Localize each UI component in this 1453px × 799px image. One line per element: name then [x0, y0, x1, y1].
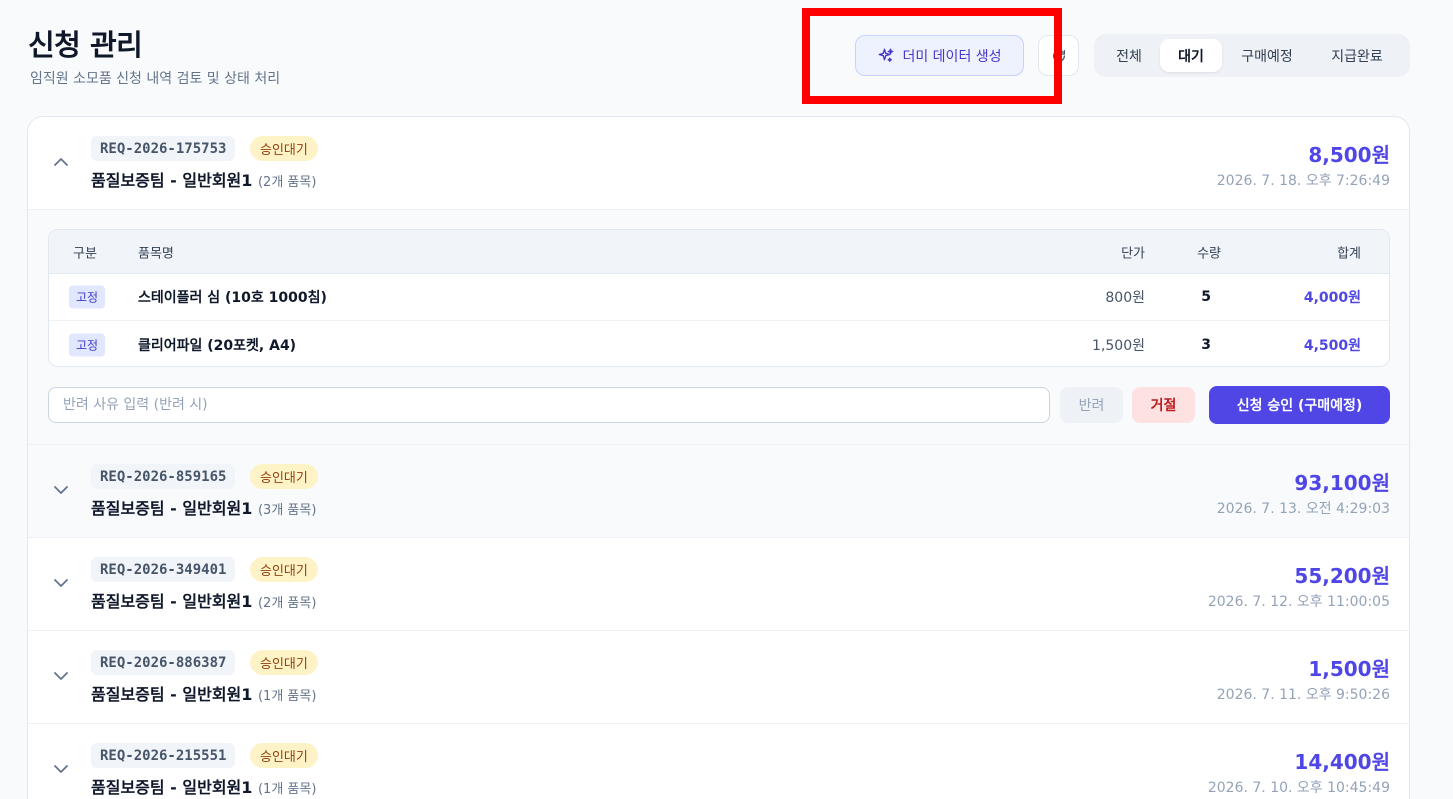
status-badge: 승인대기 — [250, 557, 318, 582]
item-count: (1개 품목) — [257, 689, 317, 704]
request-date: 2026. 7. 12. 오후 11:00:05 — [1207, 594, 1390, 610]
item-total: 4,500원 — [1303, 337, 1361, 354]
refresh-icon — [1052, 49, 1065, 62]
page-subtitle: 임직원 소모품 신청 내역 검토 및 상태 처리 — [30, 71, 281, 87]
status-tabs: 전체 대기 구매예정 지급완료 — [1094, 34, 1410, 77]
requester: 품질보증팀 - 일반회원1 (3개 품목) — [91, 495, 316, 519]
request-detail: 구분 품목명 단가 수량 합계 고정 스테이플러 심 (10호 1000침) 8… — [28, 209, 1409, 444]
request-amount: 8,500원 — [1308, 143, 1390, 167]
request-list: REQ-2026-175753 승인대기 품질보증팀 - 일반회원1 (2개 품… — [27, 116, 1410, 799]
chevron-down-icon[interactable] — [52, 576, 70, 590]
page-header: 신청 관리 임직원 소모품 신청 내역 검토 및 상태 처리 더미 데이터 생성… — [0, 0, 1453, 110]
chevron-down-icon[interactable] — [52, 762, 70, 776]
refresh-button[interactable] — [1038, 35, 1079, 76]
item-name: 클리어파일 (20포켓, A4) — [138, 337, 297, 354]
request-id: REQ-2026-886387 — [91, 650, 236, 675]
sparkles-icon — [879, 48, 894, 62]
table-row: 고정 스테이플러 심 (10호 1000침) 800원 5 4,000원 — [49, 274, 1389, 321]
tab-pending[interactable]: 대기 — [1160, 39, 1222, 72]
col-name: 품목명 — [138, 246, 174, 261]
request-header[interactable]: REQ-2026-175753 승인대기 품질보증팀 - 일반회원1 (2개 품… — [28, 117, 1409, 209]
item-count: (3개 품목) — [257, 503, 317, 518]
request-id: REQ-2026-215551 — [91, 743, 236, 768]
item-count: (2개 품목) — [257, 175, 317, 190]
category-tag: 고정 — [69, 333, 106, 356]
tab-delivered[interactable]: 지급완료 — [1312, 39, 1402, 72]
status-badge: 승인대기 — [250, 464, 318, 489]
items-table-header: 구분 품목명 단가 수량 합계 — [49, 230, 1389, 274]
request-date: 2026. 7. 18. 오후 7:26:49 — [1216, 173, 1390, 189]
request-id: REQ-2026-175753 — [91, 136, 236, 161]
requester: 품질보증팀 - 일반회원1 (2개 품목) — [91, 588, 316, 612]
request-amount: 1,500원 — [1308, 657, 1390, 681]
chevron-up-icon[interactable] — [52, 155, 70, 169]
item-qty: 3 — [1201, 336, 1211, 353]
status-badge: 승인대기 — [250, 650, 318, 675]
col-qty: 수량 — [1197, 246, 1221, 261]
col-total: 합계 — [1337, 246, 1361, 261]
request-card: REQ-2026-886387 승인대기 품질보증팀 - 일반회원1 (1개 품… — [28, 631, 1409, 724]
requester: 품질보증팀 - 일반회원1 (1개 품목) — [91, 774, 316, 798]
approve-button[interactable]: 신청 승인 (구매예정) — [1209, 386, 1390, 424]
tab-purchase-planned[interactable]: 구매예정 — [1222, 39, 1312, 72]
request-header[interactable]: REQ-2026-349401 승인대기 품질보증팀 - 일반회원1 (2개 품… — [28, 538, 1409, 630]
table-row: 고정 클리어파일 (20포켓, A4) 1,500원 3 4,500원 — [49, 321, 1389, 366]
request-date: 2026. 7. 11. 오후 9:50:26 — [1216, 687, 1390, 703]
request-header[interactable]: REQ-2026-886387 승인대기 품질보증팀 - 일반회원1 (1개 품… — [28, 631, 1409, 723]
status-badge: 승인대기 — [250, 136, 318, 161]
page-title: 신청 관리 — [28, 28, 143, 62]
request-id: REQ-2026-859165 — [91, 464, 236, 489]
request-id: REQ-2026-349401 — [91, 557, 236, 582]
item-total: 4,000원 — [1303, 290, 1361, 306]
request-date: 2026. 7. 10. 오후 10:45:49 — [1207, 780, 1390, 796]
chevron-down-icon[interactable] — [52, 669, 70, 683]
item-price: 800원 — [1105, 290, 1145, 306]
return-reason-input[interactable] — [48, 387, 1050, 423]
item-price: 1,500원 — [1092, 337, 1145, 354]
request-amount: 14,400원 — [1294, 750, 1390, 774]
generate-dummy-data-label: 더미 데이터 생성 — [902, 48, 1002, 65]
col-category: 구분 — [73, 246, 97, 261]
request-header[interactable]: REQ-2026-859165 승인대기 품질보증팀 - 일반회원1 (3개 품… — [28, 445, 1409, 537]
request-card: REQ-2026-349401 승인대기 품질보증팀 - 일반회원1 (2개 품… — [28, 538, 1409, 631]
return-button[interactable]: 반려 — [1060, 387, 1123, 423]
request-amount: 93,100원 — [1294, 471, 1390, 495]
request-card: REQ-2026-215551 승인대기 품질보증팀 - 일반회원1 (1개 품… — [28, 724, 1409, 799]
requester-name: 품질보증팀 - 일반회원1 — [91, 592, 253, 611]
category-tag: 고정 — [69, 285, 106, 309]
status-badge: 승인대기 — [250, 743, 318, 768]
requester-name: 품질보증팀 - 일반회원1 — [91, 685, 253, 704]
item-qty: 5 — [1201, 289, 1211, 305]
requester: 품질보증팀 - 일반회원1 (1개 품목) — [91, 681, 316, 705]
request-card: REQ-2026-859165 승인대기 품질보증팀 - 일반회원1 (3개 품… — [28, 445, 1409, 538]
tab-all[interactable]: 전체 — [1098, 39, 1160, 72]
request-date: 2026. 7. 13. 오전 4:29:03 — [1216, 501, 1390, 517]
requester-name: 품질보증팀 - 일반회원1 — [91, 778, 253, 797]
item-count: (1개 품목) — [257, 782, 317, 797]
requester-name: 품질보증팀 - 일반회원1 — [91, 171, 253, 190]
reject-button[interactable]: 거절 — [1132, 387, 1195, 423]
requester: 품질보증팀 - 일반회원1 (2개 품목) — [91, 167, 316, 191]
request-amount: 55,200원 — [1294, 564, 1390, 588]
request-header[interactable]: REQ-2026-215551 승인대기 품질보증팀 - 일반회원1 (1개 품… — [28, 724, 1409, 799]
item-name: 스테이플러 심 (10호 1000침) — [138, 290, 327, 306]
col-price: 단가 — [1121, 246, 1145, 261]
requester-name: 품질보증팀 - 일반회원1 — [91, 499, 253, 518]
generate-dummy-data-button[interactable]: 더미 데이터 생성 — [855, 35, 1024, 76]
request-card: REQ-2026-175753 승인대기 품질보증팀 - 일반회원1 (2개 품… — [28, 117, 1409, 445]
item-count: (2개 품목) — [257, 596, 317, 611]
chevron-down-icon[interactable] — [52, 483, 70, 497]
items-table: 구분 품목명 단가 수량 합계 고정 스테이플러 심 (10호 1000침) 8… — [48, 229, 1390, 367]
